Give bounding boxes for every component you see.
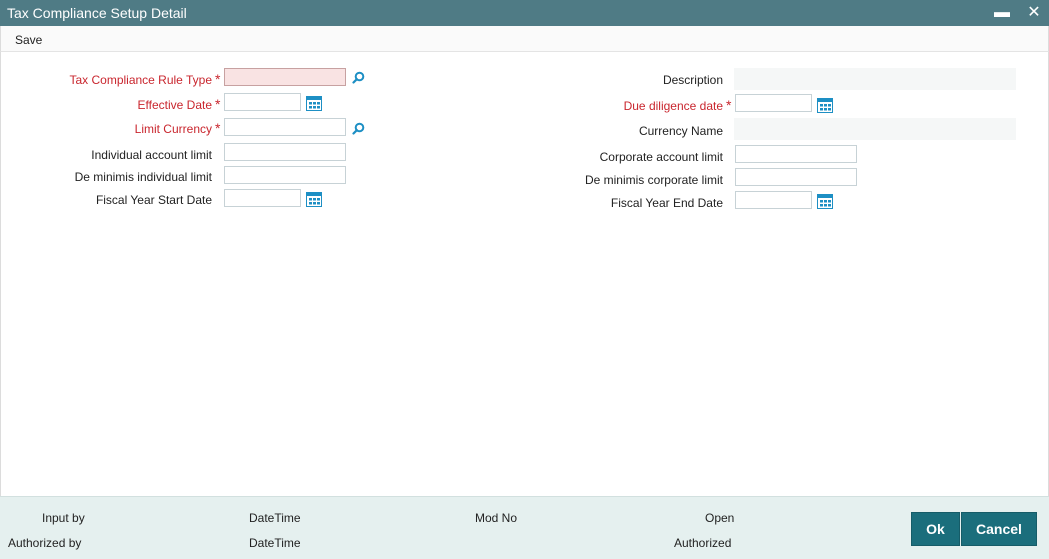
de-minimis-corporate-limit-input[interactable] [735, 168, 857, 186]
search-icon[interactable] [352, 71, 365, 84]
de-minimis-individual-limit-input[interactable] [224, 166, 346, 184]
audit-footer: Input by Authorized by DateTime DateTime… [0, 496, 1049, 559]
ok-button[interactable]: Ok [911, 512, 960, 546]
calendar-icon[interactable] [306, 96, 322, 111]
de-minimis-individual-limit-label: De minimis individual limit [74, 170, 212, 184]
mod-no-label: Mod No [475, 511, 518, 525]
required-marker: * [215, 96, 221, 112]
effective-date-input[interactable] [224, 93, 301, 111]
form-area: Tax Compliance Rule Type * Effective Dat… [0, 52, 1049, 496]
cancel-button[interactable]: Cancel [961, 512, 1037, 546]
save-button[interactable]: Save [15, 33, 42, 47]
description-field [734, 68, 1016, 90]
minimize-icon[interactable]: ▬ [991, 2, 1013, 24]
required-marker: * [726, 97, 732, 113]
corporate-account-limit-input[interactable] [735, 145, 857, 163]
due-diligence-date-label: Due diligence date [623, 99, 723, 113]
limit-currency-label: Limit Currency [134, 122, 212, 136]
close-icon[interactable]: ✕ [1023, 2, 1045, 24]
individual-account-limit-input[interactable] [224, 143, 346, 161]
calendar-icon[interactable] [817, 194, 833, 209]
required-marker: * [215, 120, 221, 136]
input-by-label: Input by [42, 511, 85, 525]
currency-name-label: Currency Name [638, 124, 723, 138]
input-datetime-label: DateTime [249, 511, 301, 525]
auth-datetime-label: DateTime [249, 536, 301, 550]
calendar-icon[interactable] [817, 98, 833, 113]
tax-rule-type-input[interactable] [224, 68, 346, 86]
required-marker: * [215, 71, 221, 87]
due-diligence-date-input[interactable] [735, 94, 812, 112]
individual-account-limit-label: Individual account limit [91, 148, 212, 162]
open-status-label: Open [705, 511, 735, 525]
description-label: Description [662, 73, 723, 87]
window-title: Tax Compliance Setup Detail [7, 5, 187, 21]
authorized-status-label: Authorized [674, 536, 732, 550]
de-minimis-corporate-limit-label: De minimis corporate limit [584, 173, 723, 187]
tax-rule-type-label: Tax Compliance Rule Type [69, 73, 212, 87]
fiscal-year-end-date-label: Fiscal Year End Date [610, 196, 723, 210]
corporate-account-limit-label: Corporate account limit [599, 150, 723, 164]
toolbar: Save [0, 26, 1049, 52]
currency-name-field [734, 118, 1016, 140]
fiscal-year-start-date-label: Fiscal Year Start Date [95, 193, 212, 207]
authorized-by-label: Authorized by [8, 536, 82, 550]
search-icon[interactable] [352, 122, 365, 135]
limit-currency-input[interactable] [224, 118, 346, 136]
fiscal-year-start-date-input[interactable] [224, 189, 301, 207]
window-titlebar: Tax Compliance Setup Detail ▬ ✕ [0, 0, 1049, 26]
fiscal-year-end-date-input[interactable] [735, 191, 812, 209]
effective-date-label: Effective Date [137, 98, 212, 112]
calendar-icon[interactable] [306, 192, 322, 207]
